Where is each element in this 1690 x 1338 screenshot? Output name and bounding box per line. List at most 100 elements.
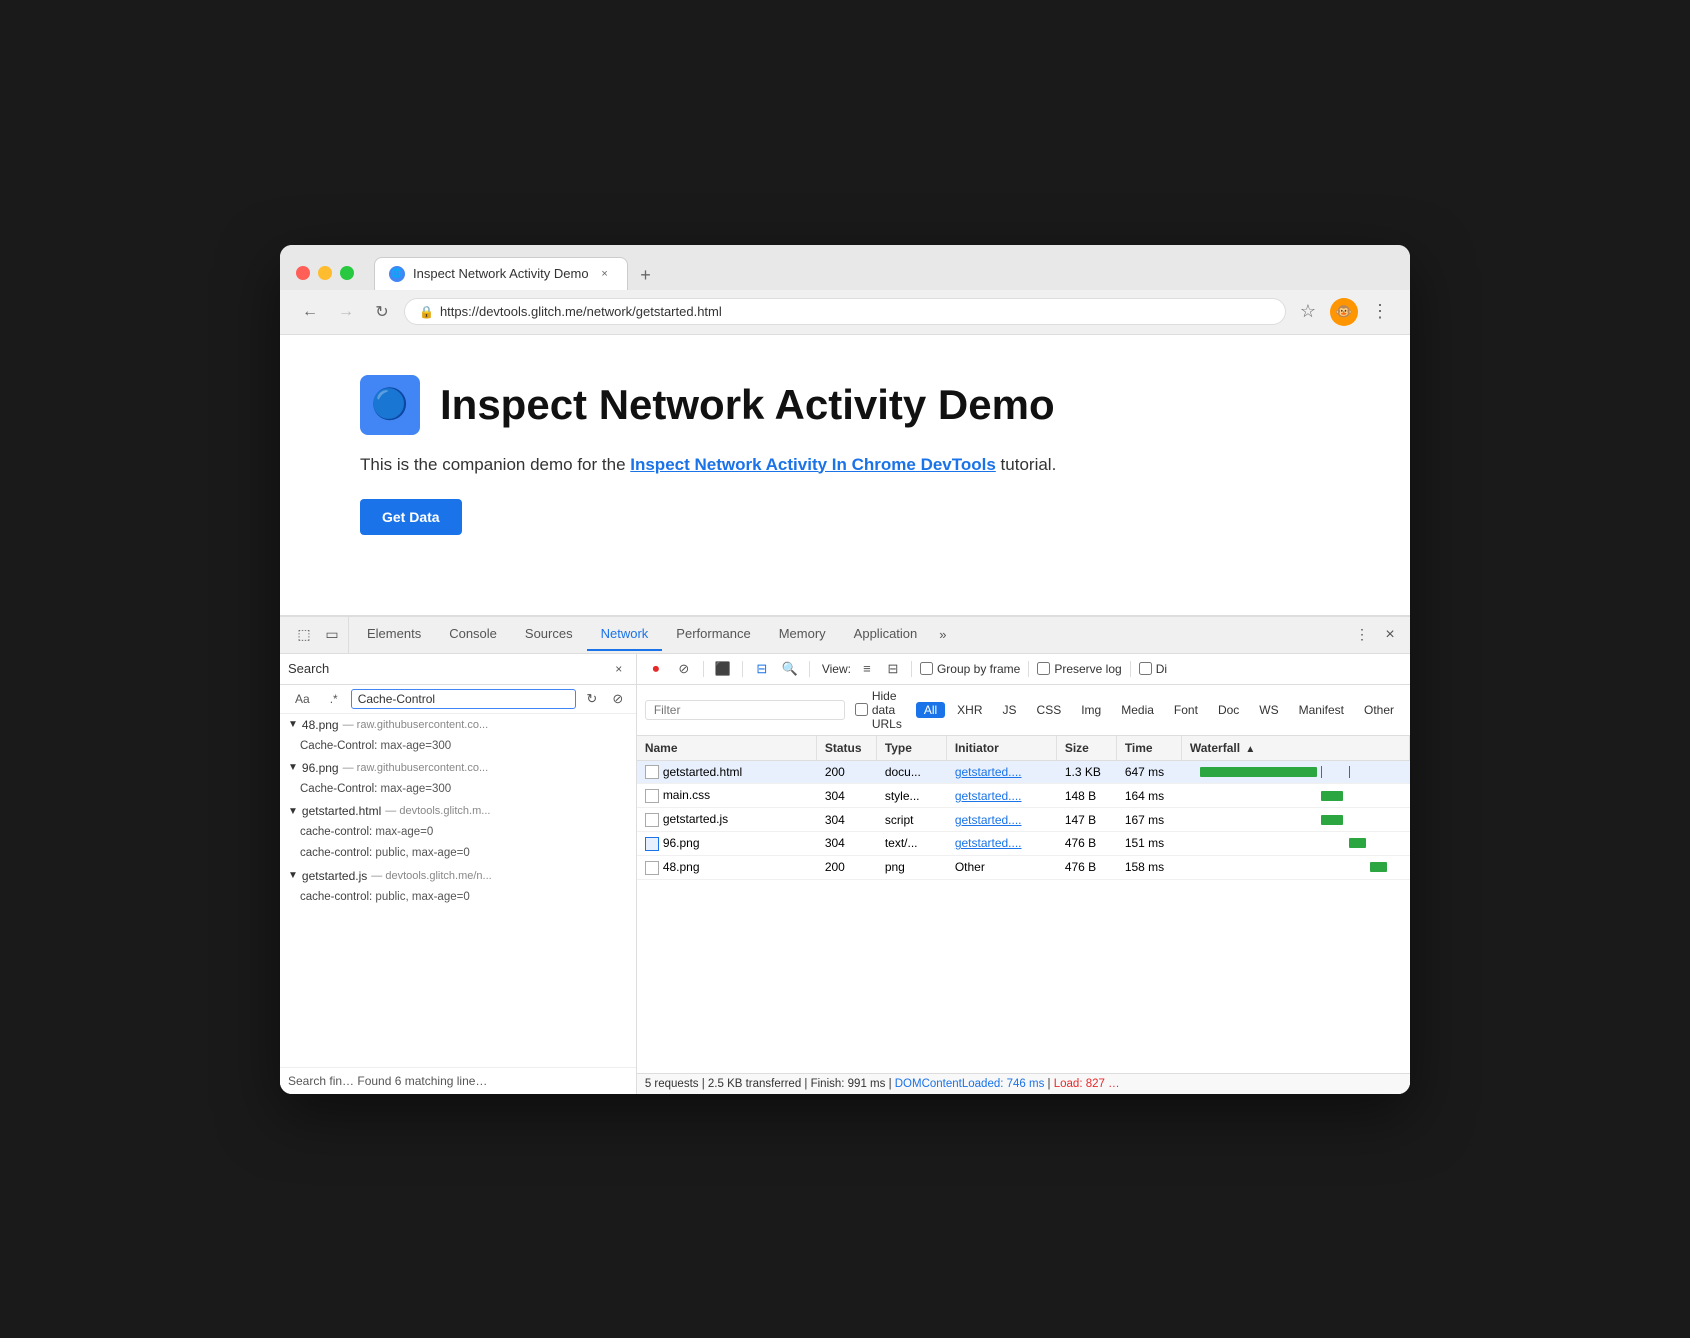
filter-img[interactable]: Img: [1073, 702, 1109, 718]
filter-xhr[interactable]: XHR: [949, 702, 990, 718]
compact-view-button[interactable]: ⊟: [883, 659, 903, 679]
tabs-area: 🌐 Inspect Network Activity Demo × +: [374, 257, 1394, 290]
preserve-log-text: Preserve log: [1054, 662, 1121, 676]
table-row[interactable]: 96.png 304 text/... getstarted.... 476 B…: [637, 832, 1410, 856]
filter-manifest[interactable]: Manifest: [1291, 702, 1352, 718]
search-result-group-2: ▼ 96.png — raw.githubusercontent.co... C…: [280, 757, 636, 800]
reload-button[interactable]: ↻: [368, 298, 396, 326]
search-result-detail-1: Cache-Control: max-age=300: [280, 736, 636, 757]
forward-button[interactable]: →: [332, 298, 360, 326]
devtools-link[interactable]: Inspect Network Activity In Chrome DevTo…: [630, 455, 996, 474]
search-result-header-3[interactable]: ▼ getstarted.html — devtools.glitch.m...: [280, 800, 636, 822]
tab-console[interactable]: Console: [435, 618, 511, 651]
search-input[interactable]: Cache-Control: [351, 689, 576, 709]
page-logo: 🔵: [360, 375, 420, 435]
filter-types: All XHR JS CSS Img Media Font Doc WS Man…: [916, 702, 1402, 718]
bookmark-button[interactable]: ☆: [1294, 298, 1322, 326]
search-refresh-button[interactable]: ↻: [582, 689, 602, 709]
col-header-initiator[interactable]: Initiator: [947, 736, 1057, 760]
tab-sources[interactable]: Sources: [511, 618, 587, 651]
filter-css[interactable]: CSS: [1029, 702, 1070, 718]
search-result-detail-3b: cache-control: public, max-age=0: [280, 843, 636, 864]
filter-input[interactable]: [645, 700, 845, 720]
address-input-wrap[interactable]: 🔒 https://devtools.glitch.me/network/get…: [404, 298, 1286, 325]
file-icon-3: [645, 813, 659, 827]
toolbar-separator-5: [1028, 661, 1029, 677]
clear-button[interactable]: ⊘: [673, 658, 695, 680]
row-type-3: script: [877, 809, 947, 831]
row-name-3: getstarted.js: [637, 808, 817, 831]
device-toolbar-icon[interactable]: ▭: [320, 623, 344, 647]
row-time-4: 151 ms: [1117, 832, 1182, 854]
devtools-close-button[interactable]: ×: [1378, 623, 1402, 647]
filter-toggle-button[interactable]: ⊟: [751, 658, 773, 680]
get-data-button[interactable]: Get Data: [360, 499, 462, 535]
table-row[interactable]: getstarted.js 304 script getstarted.... …: [637, 808, 1410, 832]
search-result-header-2[interactable]: ▼ 96.png — raw.githubusercontent.co...: [280, 757, 636, 779]
tab-close-button[interactable]: ×: [597, 266, 613, 282]
group-by-frame-text: Group by frame: [937, 662, 1020, 676]
col-header-time[interactable]: Time: [1117, 736, 1182, 760]
minimize-button[interactable]: [318, 266, 332, 280]
active-tab[interactable]: 🌐 Inspect Network Activity Demo ×: [374, 257, 628, 290]
more-tabs-button[interactable]: »: [931, 619, 954, 650]
page-title: Inspect Network Activity Demo: [440, 381, 1055, 429]
disable-cache-checkbox[interactable]: [1139, 662, 1152, 675]
tab-application[interactable]: Application: [840, 618, 932, 651]
hide-data-urls-label[interactable]: Hide data URLs: [855, 689, 902, 731]
title-bar: 🌐 Inspect Network Activity Demo × +: [280, 245, 1410, 290]
search-case-sensitive-button[interactable]: Aa: [288, 689, 317, 709]
search-network-button[interactable]: 🔍: [779, 658, 801, 680]
search-cancel-button[interactable]: ⊘: [608, 689, 628, 709]
list-view-button[interactable]: ≡: [857, 659, 877, 679]
col-header-status[interactable]: Status: [817, 736, 877, 760]
col-header-waterfall[interactable]: Waterfall ▲: [1182, 736, 1410, 760]
avatar[interactable]: 🐵: [1330, 298, 1358, 326]
search-results: ▼ 48.png — raw.githubusercontent.co... C…: [280, 714, 636, 1067]
row-status-1: 200: [817, 761, 877, 783]
group-by-frame-checkbox[interactable]: [920, 662, 933, 675]
search-result-header-1[interactable]: ▼ 48.png — raw.githubusercontent.co...: [280, 714, 636, 736]
table-row[interactable]: main.css 304 style... getstarted.... 148…: [637, 784, 1410, 808]
network-table: Name Status Type Initiator Size Time Wat…: [637, 736, 1410, 1073]
filter-ws[interactable]: WS: [1251, 702, 1286, 718]
col-header-type[interactable]: Type: [877, 736, 947, 760]
result-filename-2: 96.png: [302, 761, 339, 775]
tab-elements[interactable]: Elements: [353, 618, 435, 651]
filter-font[interactable]: Font: [1166, 702, 1206, 718]
filter-all[interactable]: All: [916, 702, 945, 718]
screenshot-button[interactable]: ⬛: [712, 658, 734, 680]
tab-memory[interactable]: Memory: [765, 618, 840, 651]
back-button[interactable]: ←: [296, 298, 324, 326]
search-clear-button[interactable]: ×: [610, 660, 628, 678]
hide-data-urls-checkbox[interactable]: [855, 703, 868, 716]
record-button[interactable]: ⏺: [645, 658, 667, 680]
group-by-frame-label[interactable]: Group by frame: [920, 662, 1020, 676]
filter-js[interactable]: JS: [995, 702, 1025, 718]
file-icon-1: [645, 765, 659, 779]
chevron-down-icon-4: ▼: [288, 870, 298, 881]
row-type-1: docu...: [877, 761, 947, 783]
filter-doc[interactable]: Doc: [1210, 702, 1247, 718]
devtools: ⬚ ▭ Elements Console Sources Network Per…: [280, 615, 1410, 1094]
close-button[interactable]: [296, 266, 310, 280]
disable-cache-label[interactable]: Di: [1139, 662, 1167, 676]
menu-button[interactable]: ⋮: [1366, 298, 1394, 326]
filter-media[interactable]: Media: [1113, 702, 1162, 718]
preserve-log-label[interactable]: Preserve log: [1037, 662, 1121, 676]
row-time-1: 647 ms: [1117, 761, 1182, 783]
col-header-size[interactable]: Size: [1057, 736, 1117, 760]
table-row[interactable]: getstarted.html 200 docu... getstarted..…: [637, 761, 1410, 785]
fullscreen-button[interactable]: [340, 266, 354, 280]
tab-network[interactable]: Network: [587, 618, 663, 651]
col-header-name[interactable]: Name: [637, 736, 817, 760]
element-picker-icon[interactable]: ⬚: [292, 623, 316, 647]
tab-performance[interactable]: Performance: [662, 618, 764, 651]
new-tab-button[interactable]: +: [632, 262, 660, 290]
search-result-header-4[interactable]: ▼ getstarted.js — devtools.glitch.me/n..…: [280, 865, 636, 887]
devtools-settings-button[interactable]: ⋮: [1350, 623, 1374, 647]
filter-other[interactable]: Other: [1356, 702, 1402, 718]
search-regex-button[interactable]: .*: [323, 689, 345, 709]
table-row[interactable]: 48.png 200 png Other 476 B 158 ms: [637, 856, 1410, 880]
preserve-log-checkbox[interactable]: [1037, 662, 1050, 675]
